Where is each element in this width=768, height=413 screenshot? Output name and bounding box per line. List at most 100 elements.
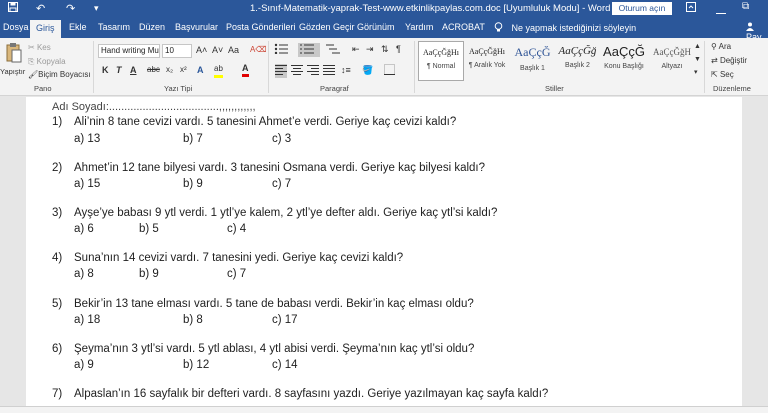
- numbering-icon[interactable]: [298, 43, 320, 57]
- question-6: 6) Şeyma’nın 3 ytl’si vardı. 5 ytl ablas…: [52, 343, 474, 355]
- paste-button[interactable]: Yapıştır: [0, 67, 25, 76]
- highlight-button[interactable]: ab: [214, 63, 223, 78]
- subscript-button[interactable]: x₂: [166, 64, 173, 76]
- replace-icon: ⇄: [711, 56, 720, 65]
- increase-indent-icon[interactable]: ⇥: [366, 43, 374, 55]
- style-normal[interactable]: AaÇçĞğHı ¶ Normal: [418, 41, 464, 81]
- option-b: b) 8: [183, 314, 203, 326]
- minimize-icon[interactable]: [716, 7, 726, 18]
- sort-icon[interactable]: ⇅: [381, 43, 389, 55]
- styles-scroll-down-icon[interactable]: ▼: [694, 54, 701, 66]
- redo-icon[interactable]: ↷: [66, 2, 75, 15]
- ribbon-tabs: Dosya Giriş Ekle Tasarım Düzen Başvurula…: [0, 18, 768, 42]
- styles-scroll-up-icon[interactable]: ▲: [694, 41, 701, 53]
- tab-insert[interactable]: Ekle: [69, 22, 87, 32]
- multilevel-list-icon[interactable]: [326, 43, 340, 57]
- style-heading-2[interactable]: AaÇçĞğ Başlık 2: [555, 41, 600, 81]
- style-subtitle[interactable]: AaÇçĞğH Altyazı: [648, 41, 696, 81]
- document-area[interactable]: Adı Soyadı:.............................…: [0, 97, 768, 406]
- group-divider: [704, 41, 705, 93]
- option-c: c) 14: [272, 359, 298, 371]
- tab-review[interactable]: Gözden Geçir: [299, 22, 355, 32]
- line-spacing-icon[interactable]: ↕≡: [341, 64, 351, 76]
- title-bar: ↶ ↷ ▾ 1.-Sınıf-Matematik-yaprak-Test-www…: [0, 0, 768, 18]
- style-title[interactable]: AaÇçĞ Konu Başlığı: [600, 41, 648, 81]
- borders-icon[interactable]: [384, 64, 395, 78]
- question-number: 2): [52, 162, 63, 174]
- tab-mailings[interactable]: Posta Gönderileri: [226, 22, 296, 32]
- sign-in-button[interactable]: Oturum açın: [612, 2, 672, 15]
- tell-me-search[interactable]: Ne yapmak istediğinizi söyleyin: [494, 22, 636, 33]
- tell-me-label: Ne yapmak istediğinizi söyleyin: [511, 23, 637, 33]
- italic-button[interactable]: T: [116, 64, 122, 76]
- question-text: Ayşe’ye babası 9 ytl verdi. 1 ytl’ye kal…: [74, 207, 498, 219]
- font-color-button[interactable]: A: [242, 63, 249, 77]
- option-a: a) 15: [74, 178, 101, 190]
- tab-help[interactable]: Yardım: [405, 22, 433, 32]
- find-button[interactable]: ⚲ Ara: [711, 42, 731, 51]
- superscript-button[interactable]: x²: [180, 64, 187, 76]
- align-right-icon[interactable]: [307, 64, 319, 78]
- option-a: a) 8: [74, 268, 94, 280]
- change-case-icon[interactable]: Aa: [228, 44, 239, 56]
- question-text: Ali’nin 8 tane cevizi vardı. 5 tanesini …: [74, 116, 457, 128]
- strikethrough-button[interactable]: abc: [147, 64, 160, 76]
- undo-icon[interactable]: ↶: [36, 2, 45, 15]
- style-no-spacing[interactable]: AaÇçĞğHı ¶ Aralık Yok: [464, 41, 510, 81]
- font-size-input[interactable]: 10: [162, 44, 192, 58]
- styles-more-icon[interactable]: ▾: [694, 67, 698, 79]
- cut-button[interactable]: ✂ Kes: [28, 43, 51, 52]
- option-b: b) 7: [183, 133, 203, 145]
- ribbon-display-options-icon[interactable]: [686, 2, 696, 15]
- tab-references[interactable]: Başvurular: [175, 22, 218, 32]
- question-1: 1) Ali’nin 8 tane cevizi vardı. 5 tanesi…: [52, 116, 456, 128]
- select-button[interactable]: ⇱ Seç: [711, 70, 734, 79]
- person-icon: [746, 22, 754, 31]
- text-effects-icon[interactable]: A: [197, 64, 204, 76]
- bold-button[interactable]: K: [102, 64, 109, 76]
- question-number: 7): [52, 388, 63, 400]
- tab-design[interactable]: Tasarım: [98, 22, 130, 32]
- customize-quick-access-icon[interactable]: ▾: [94, 3, 99, 14]
- tab-home[interactable]: Giriş: [30, 20, 61, 38]
- bullets-icon[interactable]: [274, 43, 288, 57]
- tab-layout[interactable]: Düzen: [139, 22, 165, 32]
- paste-icon[interactable]: [6, 42, 22, 67]
- font-group-label: Yazı Tipi: [164, 84, 193, 93]
- style-heading-1[interactable]: AaÇçĞ Başlık 1: [510, 41, 555, 81]
- font-family-input[interactable]: Hand writing Mu: [98, 44, 160, 58]
- align-left-icon[interactable]: [275, 64, 287, 78]
- tab-acrobat[interactable]: ACROBAT: [442, 22, 485, 32]
- paragraph-group-label: Paragraf: [320, 84, 349, 93]
- question-number: 5): [52, 298, 63, 310]
- replace-button[interactable]: ⇄ Değiştir: [711, 56, 747, 65]
- grow-font-icon[interactable]: A˄: [196, 44, 207, 56]
- shrink-font-icon[interactable]: A˅: [212, 44, 223, 56]
- option-c: c) 7: [227, 268, 247, 280]
- lightbulb-icon: [494, 22, 503, 32]
- justify-icon[interactable]: [323, 64, 335, 78]
- clear-formatting-icon[interactable]: A⌫: [250, 44, 267, 56]
- group-divider: [414, 41, 415, 93]
- restore-icon[interactable]: ⧉: [742, 1, 749, 12]
- status-bar: [0, 406, 768, 413]
- show-formatting-icon[interactable]: ¶: [396, 43, 401, 55]
- document-page[interactable]: Adı Soyadı:.............................…: [26, 97, 742, 406]
- group-divider: [93, 41, 94, 93]
- option-c: c) 17: [272, 314, 298, 326]
- format-painter-button[interactable]: 🖌Biçim Boyacısı: [28, 70, 91, 79]
- copy-button[interactable]: ⎘ Kopyala: [28, 57, 66, 67]
- tab-file[interactable]: Dosya: [3, 22, 29, 32]
- save-icon[interactable]: [8, 2, 18, 15]
- option-b: b) 9: [183, 178, 203, 190]
- align-center-icon[interactable]: [291, 64, 303, 78]
- window-title: 1.-Sınıf-Matematik-yaprak-Test-www.etkin…: [250, 3, 611, 14]
- question-number: 4): [52, 252, 63, 264]
- underline-button[interactable]: A: [130, 64, 137, 76]
- shading-icon[interactable]: 🪣: [362, 64, 373, 76]
- tab-view[interactable]: Görünüm: [357, 22, 395, 32]
- option-b: b) 12: [183, 359, 210, 371]
- decrease-indent-icon[interactable]: ⇤: [352, 43, 360, 55]
- search-icon: ⚲: [711, 42, 719, 51]
- option-a: a) 13: [74, 133, 101, 145]
